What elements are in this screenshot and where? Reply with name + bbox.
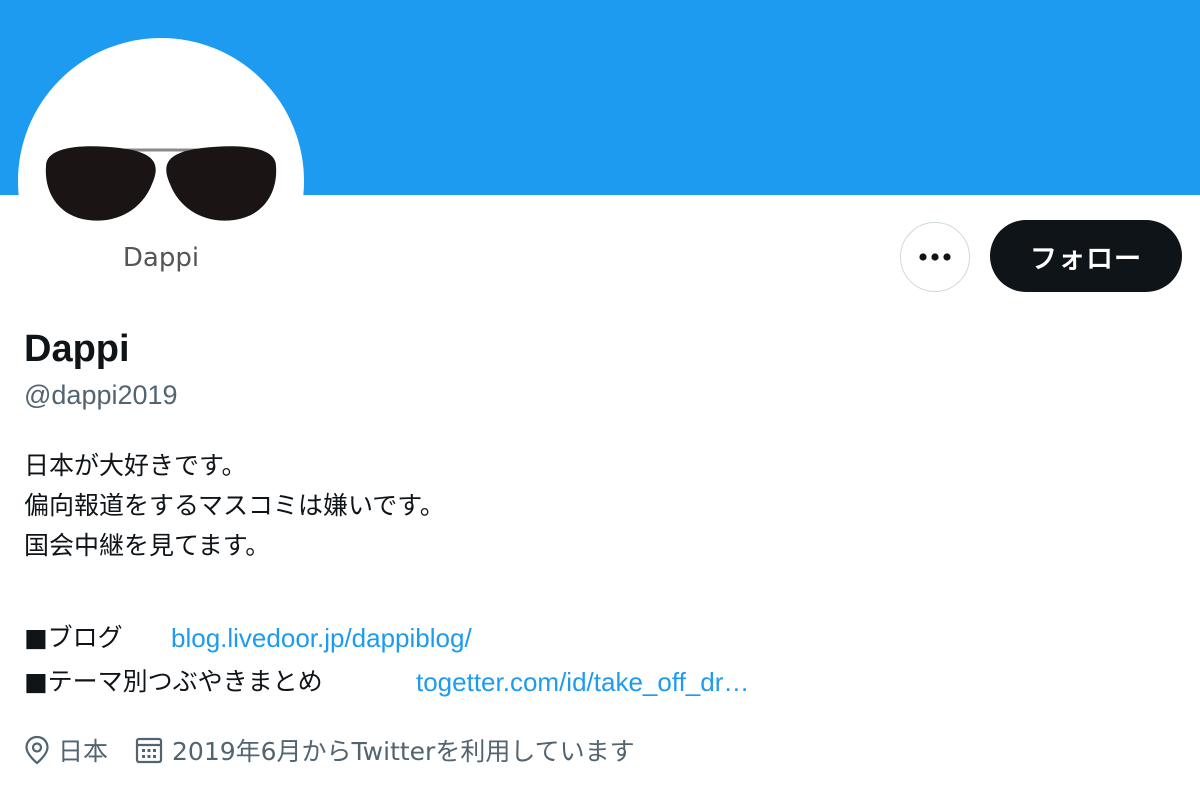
location-item: 日本 xyxy=(24,732,108,768)
display-name: Dappi xyxy=(24,328,130,370)
profile-meta: 日本 2019年6月からTwitterを利用しています xyxy=(24,728,635,772)
profile-bio: 日本が大好きです。 偏向報道をするマスコミは嫌いです。 国会中継を見てます。 xyxy=(24,446,445,566)
bio-line: 国会中継を見てます。 xyxy=(24,531,271,560)
follow-button[interactable]: フォロー xyxy=(990,220,1182,292)
joined-item: 2019年6月からTwitterを利用しています xyxy=(134,732,635,768)
togetter-link[interactable]: togetter.com/id/take_off_dr… xyxy=(416,660,749,704)
bio-link-label: ■ブログ xyxy=(24,623,123,652)
profile-page: Dappi フォロー Dappi @dappi2019 日本が大好きです。 偏向… xyxy=(0,0,1200,797)
profile-avatar[interactable]: Dappi xyxy=(18,38,304,324)
joined-text: 2019年6月からTwitterを利用しています xyxy=(172,737,635,766)
blog-link[interactable]: blog.livedoor.jp/dappiblog/ xyxy=(171,616,472,660)
calendar-icon xyxy=(134,735,164,765)
bio-line: 日本が大好きです。 xyxy=(24,451,247,480)
sunglasses-icon: Dappi xyxy=(45,146,277,273)
more-options-button[interactable] xyxy=(900,222,970,292)
bio-line: 偏向報道をするマスコミは嫌いです。 xyxy=(24,491,445,520)
location-text: 日本 xyxy=(58,737,109,766)
location-pin-icon xyxy=(24,735,50,765)
bio-link-label: ■テーマ別つぶやきまとめ xyxy=(24,667,323,696)
user-handle: @dappi2019 xyxy=(24,380,178,410)
more-options-icon xyxy=(919,253,951,261)
bio-link-row: ■テーマ別つぶやきまとめ togetter.com/id/take_off_dr… xyxy=(24,660,749,704)
bio-link-row: ■ブログ blog.livedoor.jp/dappiblog/ xyxy=(24,616,472,660)
avatar-wordmark: Dappi xyxy=(123,243,199,273)
bio-links: ■ブログ blog.livedoor.jp/dappiblog/ ■テーマ別つぶ… xyxy=(24,616,749,704)
